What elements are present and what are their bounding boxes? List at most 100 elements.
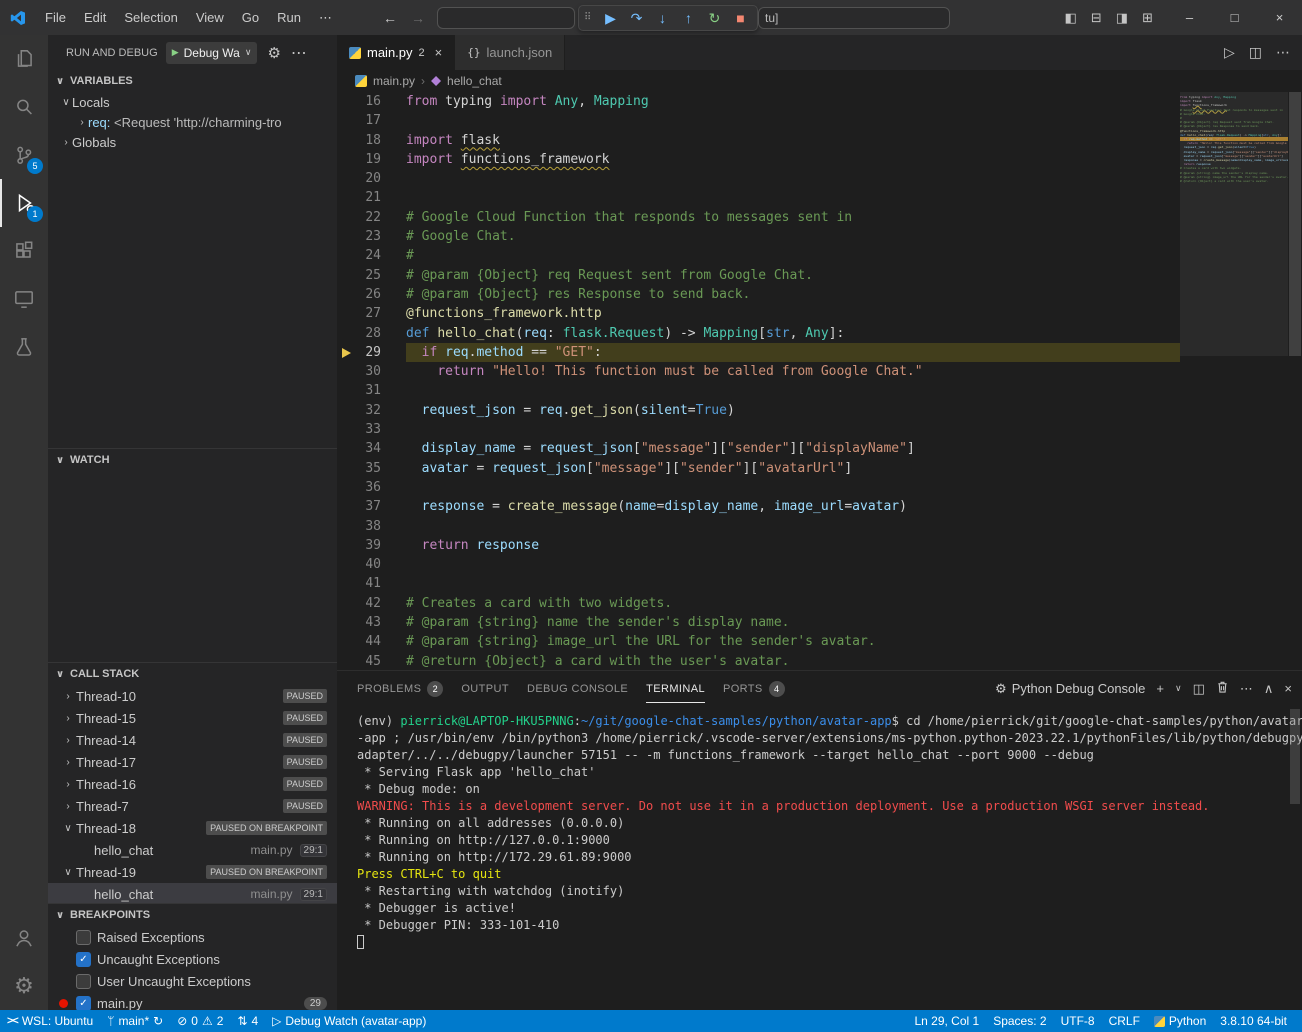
- extensions-icon[interactable]: [0, 227, 48, 275]
- gutter-row[interactable]: 24: [337, 246, 399, 265]
- drag-grip-icon[interactable]: ⠿: [584, 12, 596, 23]
- menu-go[interactable]: Go: [233, 0, 268, 35]
- menu-selection[interactable]: Selection: [115, 0, 186, 35]
- gutter-row[interactable]: 44: [337, 632, 399, 651]
- terminal-profile-dropdown[interactable]: ⚙ Python Debug Console: [995, 681, 1145, 697]
- code-line[interactable]: from typing import Any, Mapping: [406, 92, 1180, 111]
- toggle-sidebar-icon[interactable]: ◧: [1065, 10, 1077, 26]
- gutter-row[interactable]: 16: [337, 92, 399, 111]
- new-terminal-icon[interactable]: +: [1156, 681, 1164, 696]
- source-control-icon[interactable]: 5: [0, 131, 48, 179]
- variables-scope-locals[interactable]: ∨ Locals: [48, 92, 337, 112]
- minimap-slider[interactable]: [1180, 92, 1288, 356]
- gutter-row[interactable]: 43: [337, 613, 399, 632]
- gutter-row[interactable]: 39: [337, 536, 399, 555]
- gutter-row[interactable]: 36: [337, 478, 399, 497]
- terminal-launch-chevron-icon[interactable]: ∨: [1175, 683, 1182, 694]
- call-stack-thread[interactable]: ›Thread-10PAUSED: [48, 685, 337, 707]
- code-line[interactable]: [406, 420, 1180, 439]
- editor-scrollbar-slider[interactable]: [1289, 92, 1301, 356]
- tab-launch-json[interactable]: {} launch.json: [455, 35, 565, 70]
- variables-header[interactable]: ∨ VARIABLES: [48, 70, 337, 92]
- run-and-debug-icon[interactable]: 1: [0, 179, 48, 227]
- code-line[interactable]: if req.method == "GET":: [406, 343, 1180, 362]
- code-line[interactable]: [406, 381, 1180, 400]
- code-line[interactable]: # @param {Object} req Request sent from …: [406, 266, 1180, 285]
- gutter-row[interactable]: 29: [337, 343, 399, 362]
- gutter-row[interactable]: 25: [337, 266, 399, 285]
- split-terminal-icon[interactable]: ◫: [1193, 681, 1205, 697]
- step-into-button[interactable]: ↓: [651, 6, 674, 30]
- stack-frame[interactable]: hello_chatmain.py29:1: [48, 883, 337, 903]
- gutter-row[interactable]: 32: [337, 401, 399, 420]
- encoding[interactable]: UTF-8: [1054, 1010, 1102, 1032]
- step-out-button[interactable]: ↑: [677, 6, 700, 30]
- restart-button[interactable]: ↻: [703, 6, 726, 30]
- minimize-button[interactable]: –: [1167, 0, 1212, 35]
- gutter-row[interactable]: 31: [337, 381, 399, 400]
- code-line[interactable]: [406, 111, 1180, 130]
- accounts-icon[interactable]: [0, 914, 48, 962]
- cursor-position[interactable]: Ln 29, Col 1: [907, 1010, 986, 1032]
- maximize-button[interactable]: □: [1212, 0, 1257, 35]
- menu-edit[interactable]: Edit: [75, 0, 115, 35]
- kill-terminal-icon[interactable]: [1216, 680, 1229, 697]
- gutter-row[interactable]: 34: [337, 439, 399, 458]
- code-line[interactable]: [406, 188, 1180, 207]
- gutter-row[interactable]: 28: [337, 324, 399, 343]
- go-forward-button[interactable]: →: [411, 10, 425, 26]
- code-line[interactable]: # @param {string} name the sender's disp…: [406, 613, 1180, 632]
- breakpoint-item[interactable]: ✓Uncaught Exceptions: [48, 948, 337, 970]
- testing-icon[interactable]: [0, 323, 48, 371]
- remote-indicator[interactable]: ><WSL: Ubuntu: [0, 1010, 100, 1032]
- toggle-panel-icon[interactable]: ⊟: [1091, 10, 1102, 26]
- call-stack-thread[interactable]: ∨Thread-18PAUSED ON BREAKPOINT: [48, 817, 337, 839]
- gutter-row[interactable]: 37: [337, 497, 399, 516]
- command-center-search[interactable]: [437, 7, 575, 29]
- code-line[interactable]: # @param {Object} res Response to send b…: [406, 285, 1180, 304]
- breakpoint-item[interactable]: ✓main.py29: [48, 992, 337, 1010]
- gutter-row[interactable]: 21: [337, 188, 399, 207]
- breadcrumb-file[interactable]: main.py: [373, 74, 415, 88]
- breadcrumb-symbol[interactable]: hello_chat: [447, 74, 502, 88]
- call-stack-thread[interactable]: ›Thread-15PAUSED: [48, 707, 337, 729]
- gutter-row[interactable]: 23: [337, 227, 399, 246]
- code-line[interactable]: [406, 555, 1180, 574]
- call-stack-thread[interactable]: ›Thread-7PAUSED: [48, 795, 337, 817]
- go-back-button[interactable]: ←: [383, 10, 397, 26]
- terminal-output[interactable]: (env) pierrick@LAPTOP-HKU5PNNG:~/git/goo…: [337, 706, 1302, 1010]
- code-line[interactable]: # Google Cloud Function that responds to…: [406, 208, 1180, 227]
- call-stack-thread[interactable]: ›Thread-14PAUSED: [48, 729, 337, 751]
- call-stack-thread[interactable]: ›Thread-16PAUSED: [48, 773, 337, 795]
- breakpoints-header[interactable]: ∨ BREAKPOINTS: [48, 904, 337, 926]
- step-over-button[interactable]: ↷: [625, 6, 648, 30]
- call-stack-thread[interactable]: ›Thread-17PAUSED: [48, 751, 337, 773]
- breakpoint-checkbox[interactable]: [76, 974, 91, 989]
- gutter-row[interactable]: 38: [337, 517, 399, 536]
- maximize-panel-icon[interactable]: ∧: [1264, 681, 1274, 697]
- language-mode[interactable]: Python: [1147, 1010, 1213, 1032]
- code-line[interactable]: import flask: [406, 131, 1180, 150]
- git-branch[interactable]: ᛘmain*↻: [100, 1010, 170, 1032]
- run-python-file-icon[interactable]: ▷: [1224, 44, 1235, 61]
- settings-gear-icon[interactable]: ⚙: [0, 962, 48, 1010]
- gutter-row[interactable]: 30: [337, 362, 399, 381]
- customize-layout-icon[interactable]: ⊞: [1142, 10, 1153, 26]
- search-icon[interactable]: [0, 83, 48, 131]
- gutter-row[interactable]: 18: [337, 131, 399, 150]
- gutter-row[interactable]: 20: [337, 169, 399, 188]
- debug-status[interactable]: ▷Debug Watch (avatar-app): [265, 1010, 433, 1032]
- gutter-row[interactable]: 26: [337, 285, 399, 304]
- tab-debug-console[interactable]: DEBUG CONSOLE: [527, 674, 628, 703]
- code-line[interactable]: [406, 169, 1180, 188]
- code-line[interactable]: #: [406, 246, 1180, 265]
- code-line[interactable]: return response: [406, 536, 1180, 555]
- problems-status[interactable]: ⊘0⚠2: [170, 1010, 230, 1032]
- code-line[interactable]: # @param {string} image_url the URL for …: [406, 632, 1180, 651]
- stop-button[interactable]: ■: [729, 6, 752, 30]
- tab-problems[interactable]: PROBLEMS 2: [357, 674, 443, 703]
- variables-scope-globals[interactable]: › Globals: [48, 132, 337, 152]
- call-stack-header[interactable]: ∨ CALL STACK: [48, 663, 337, 685]
- gutter-row[interactable]: 41: [337, 574, 399, 593]
- split-editor-icon[interactable]: ◫: [1249, 44, 1262, 61]
